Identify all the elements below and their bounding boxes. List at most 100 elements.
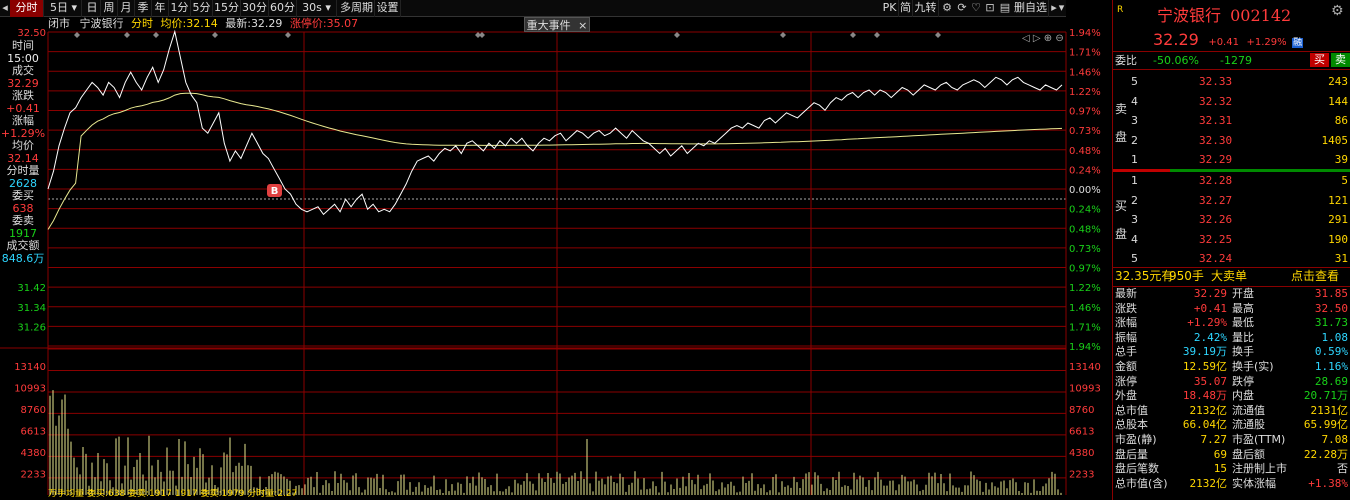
tab-30s[interactable]: 30s ▾	[297, 0, 337, 17]
zoom-out-icon[interactable]: ⊖	[1055, 33, 1063, 44]
ask-level: 5	[1131, 75, 1138, 88]
ask-level-row[interactable]: 2 32.30 1405	[1113, 131, 1350, 151]
nine-turn-button[interactable]: 九转	[913, 0, 939, 17]
stat-value: +1.38%	[1308, 476, 1348, 490]
chevron-down-icon[interactable]: ▾	[1057, 0, 1066, 17]
volume-tick-label: 13140	[14, 362, 46, 373]
big-order-link[interactable]: 点击查看	[1291, 268, 1339, 285]
simple-button[interactable]: 简	[899, 0, 913, 17]
stat-label: 注册制上市	[1232, 462, 1287, 476]
stat-label: 总市值(含)	[1115, 476, 1168, 490]
settings-button[interactable]: 设置	[375, 0, 401, 17]
close-icon[interactable]: ×	[578, 19, 587, 32]
intraday-chart[interactable]: 32.50 31.42 31.34 31.26 13140 10993 8760 6613 43…	[0, 17, 1112, 500]
stat-label: 盘后量	[1115, 447, 1148, 461]
stat-value: 31.73	[1314, 316, 1348, 330]
tab-week[interactable]: 周	[101, 0, 118, 17]
stats-row: 盘后量 69 盘后额 22.28万	[1113, 448, 1350, 463]
volume-tick-label: 10993	[14, 384, 46, 395]
volume-tick-label: 8760	[1069, 405, 1094, 416]
stat-value: 66.04亿	[1182, 418, 1227, 432]
refresh-icon[interactable]: ⟳	[955, 0, 969, 17]
stat-value: 7.27	[1200, 433, 1228, 446]
arrow-right-icon[interactable]: ▷	[1033, 33, 1041, 44]
settings-gear-icon[interactable]: ⚙	[1331, 3, 1344, 19]
tab-quarter[interactable]: 季	[135, 0, 152, 17]
tab-month[interactable]: 月	[118, 0, 135, 17]
market-status: 闭市	[48, 17, 70, 30]
axis-tick-label: 31.42	[17, 283, 46, 294]
major-event-tab[interactable]: 重大事件 ×	[524, 17, 590, 32]
stat-label: 总手	[1115, 345, 1137, 359]
stat-value: 2132亿	[1189, 403, 1228, 417]
stat-value: 35.07	[1193, 374, 1227, 388]
info-label-ask: 委卖	[12, 214, 34, 227]
tab-year[interactable]: 年	[152, 0, 169, 17]
tab-day[interactable]: 日	[84, 0, 101, 17]
big-order-row: 32.35元有 950手 大卖单 点击查看	[1113, 268, 1350, 285]
ask-level-row[interactable]: 3 32.31 86	[1113, 111, 1350, 131]
quote-panel: R 宁波银行 002142 ⚙ 32.29 +0.41 +1.29% 融 委比 …	[1112, 0, 1350, 500]
axis-tick-label: 1.71%	[1069, 48, 1101, 59]
tab-5day[interactable]: 5日 ▾	[46, 0, 82, 17]
volume-tick-label: 2233	[1069, 470, 1094, 481]
chart-settings-icon[interactable]: ⚙	[940, 0, 954, 17]
tab-multi-period[interactable]: 多周期	[339, 0, 375, 17]
axis-tick-label: 1.22%	[1069, 283, 1101, 294]
chart-header: 闭市 宁波银行 分时 均价:32.14 最新:32.29 涨停价:35.07	[48, 17, 358, 31]
arrow-left-icon[interactable]: ◁	[1022, 33, 1030, 44]
stat-label: 金额	[1115, 360, 1137, 373]
buy-button[interactable]: 买	[1310, 53, 1329, 67]
axis-tick-label: 1.94%	[1069, 28, 1101, 39]
heart-icon[interactable]: ♡	[969, 0, 983, 17]
bid-level-row[interactable]: 4 32.25 190	[1113, 230, 1350, 250]
crosshair-info-column: 时间 15:00 成交 32.29 涨跌 +0.41 涨幅 +1.29% 均价 …	[0, 39, 46, 265]
event-diamond-icon	[212, 32, 218, 38]
pk-button[interactable]: PK	[881, 0, 899, 17]
tab-5min[interactable]: 5分	[191, 0, 213, 17]
tab-1min[interactable]: 1分	[169, 0, 191, 17]
ask-level-row[interactable]: 5 32.33 243	[1113, 72, 1350, 92]
stats-row: 总手 39.19万 换手 0.59%	[1113, 345, 1350, 360]
overlay-button[interactable]: 删自选	[1013, 0, 1049, 17]
print-icon[interactable]: ▤	[998, 0, 1012, 17]
weibi-row: 委比 -50.06% -1279 买 卖	[1113, 52, 1350, 69]
stat-value: 32.29	[1193, 287, 1227, 300]
axis-tick-label: 0.24%	[1069, 165, 1101, 176]
limit-value: 35.07	[326, 17, 359, 30]
bid-level-row[interactable]: 3 32.26 291	[1113, 210, 1350, 230]
avg-value: 32.14	[186, 17, 218, 30]
volume-tick-label: 4380	[1069, 448, 1094, 459]
stat-value: 32.50	[1314, 301, 1348, 315]
zoom-in-icon[interactable]: ⊕	[1044, 33, 1052, 44]
info-label-change-pct: 涨幅	[12, 114, 34, 127]
stat-label: 振幅	[1115, 330, 1137, 344]
volume-tick-label: 6613	[1069, 427, 1094, 438]
ask-price: 32.31	[1199, 114, 1233, 127]
tab-intraday[interactable]: 分时	[10, 0, 44, 17]
big-order-price: 32.35元有	[1115, 269, 1174, 283]
ask-level-row[interactable]: 4 32.32 144	[1113, 92, 1350, 112]
tab-15min[interactable]: 15分	[213, 0, 241, 17]
bid-level-row[interactable]: 5 32.24 31	[1113, 249, 1350, 269]
axis-tick-label: 31.34	[17, 303, 46, 314]
stock-title: 宁波银行 002142	[1157, 2, 1291, 26]
prev-arrow-icon[interactable]: ◂	[0, 0, 10, 17]
stats-row: 总市值(含) 2132亿 实体涨幅 +1.38%	[1113, 477, 1350, 492]
info-label-avg: 均价	[12, 139, 34, 152]
tab-30min[interactable]: 30分	[241, 0, 269, 17]
stat-label: 盘后笔数	[1115, 462, 1159, 476]
sell-button[interactable]: 卖	[1331, 53, 1350, 67]
ask-volume: 86	[1334, 114, 1348, 127]
bid-volume: 190	[1328, 232, 1348, 246]
axis-tick-label: 1.94%	[1069, 342, 1101, 353]
bid-level-row[interactable]: 2 32.27 121	[1113, 191, 1350, 211]
stat-value: 1.16%	[1314, 360, 1348, 373]
event-diamond-icon	[285, 32, 291, 38]
lock-icon[interactable]: ⊡	[983, 0, 997, 17]
bid-volume: 291	[1328, 213, 1348, 226]
avg-label: 均价:	[160, 17, 187, 30]
bid-level-row[interactable]: 1 32.28 5	[1113, 171, 1350, 191]
ask-level-row[interactable]: 1 32.29 39	[1113, 150, 1350, 170]
tab-60min[interactable]: 60分	[269, 0, 297, 17]
